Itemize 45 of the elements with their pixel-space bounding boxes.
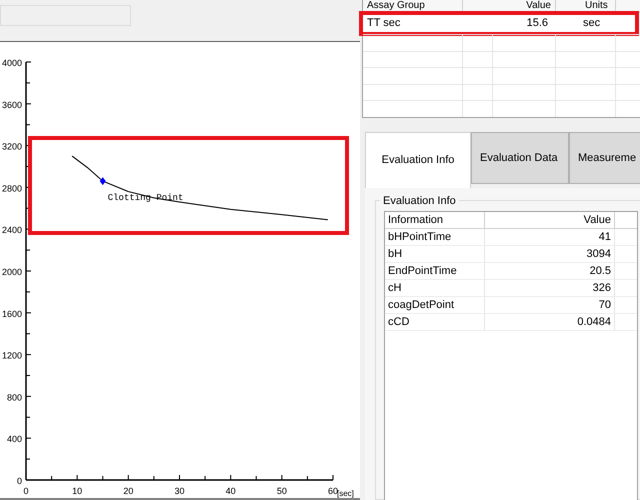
table-cell: cCD [385, 314, 485, 330]
tab[interactable]: Measureme [569, 132, 640, 184]
x-tick-label: 40 [226, 486, 236, 496]
table-cell: 326 [485, 280, 615, 296]
table-cell: bHPointTime [385, 229, 485, 245]
table-row[interactable]: TT sec 15.6 sec [361, 13, 637, 34]
table-cell: 20.5 [485, 263, 615, 279]
y-tick-label: 3200 [2, 142, 22, 152]
table-cell-text: 15.6 [526, 16, 549, 32]
y-tick-label: 1200 [2, 350, 22, 361]
table-cell-text: sec [582, 16, 602, 32]
y-tick-label: 800 [6, 392, 22, 402]
column-header[interactable]: Value [463, 0, 556, 12]
y-tick-label: 2000 [2, 267, 22, 277]
y-tick-label: 4000 [2, 58, 22, 68]
column-header[interactable]: Units [556, 0, 616, 12]
table-cell: 41 [485, 229, 615, 245]
tab[interactable]: Evaluation Info [365, 132, 471, 188]
table-cell: cH [385, 280, 485, 296]
y-tick-label: 1600 [2, 308, 22, 319]
x-axis-label: [sec] [337, 489, 354, 498]
point-marker-icon [100, 177, 106, 186]
table-cell: bH [385, 246, 485, 262]
y-tick-label: 0 [16, 476, 22, 486]
table-cell: 3094 [485, 246, 615, 262]
y-tick-label: 2400 [2, 225, 22, 236]
x-tick-label: 20 [123, 486, 134, 496]
x-tick-label: 30 [174, 486, 184, 496]
x-tick-label: 0 [24, 486, 28, 496]
table-cell-text: TT sec [366, 16, 402, 32]
y-tick-label: 400 [6, 434, 22, 444]
x-tick-label: 50 [276, 486, 287, 496]
x-tick-label: 10 [72, 486, 82, 496]
table-cell: EndPointTime [385, 263, 485, 279]
x-tick-label: 60 [328, 486, 338, 496]
column-header[interactable]: Information [385, 212, 485, 228]
point-label: Clotting Point [108, 193, 184, 204]
column-header[interactable]: Assay Group [363, 0, 463, 12]
column-header[interactable]: Value [485, 212, 615, 228]
tab[interactable]: Evaluation Data [471, 132, 569, 184]
y-tick-label: 3600 [2, 100, 22, 110]
y-tick-label: 2800 [2, 183, 22, 194]
table-cell: 0.0484 [485, 314, 615, 330]
table-cell: 70 [485, 297, 615, 313]
table-cell: coagDetPoint [385, 297, 485, 313]
